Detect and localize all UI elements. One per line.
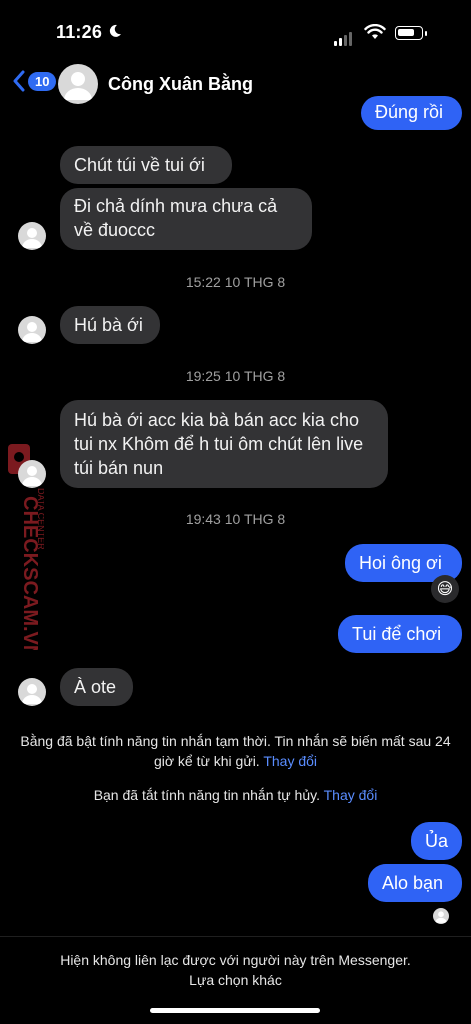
user-icon [22, 322, 42, 342]
sender-avatar [18, 222, 46, 250]
back-button[interactable]: 10 [12, 70, 57, 92]
temporary-messages-notice: Bằng đã bật tính năng tin nhắn tạm thời.… [14, 731, 457, 771]
self-destruct-change-link[interactable]: Thay đổi [324, 787, 378, 803]
incoming-message[interactable]: Hú bà ới acc kia bà bán acc kia cho tui … [60, 400, 388, 488]
message-reaction[interactable]: 😅 [431, 575, 459, 603]
sender-avatar [18, 316, 46, 344]
other-options-link[interactable]: Lựa chọn khác [0, 972, 471, 988]
sender-avatar [18, 678, 46, 706]
home-indicator[interactable] [150, 1008, 320, 1013]
signal-icon [334, 28, 354, 46]
moon-icon [109, 24, 121, 37]
incoming-message[interactable]: Hú bà ới [60, 306, 160, 344]
user-icon [435, 911, 447, 923]
timestamp: 15:22 10 THG 8 [185, 274, 286, 290]
status-time: 11:26 [56, 22, 103, 42]
sender-avatar [18, 460, 46, 488]
user-icon [22, 466, 42, 486]
outgoing-message[interactable]: Tui để chơi [338, 615, 462, 653]
outgoing-message[interactable]: Ủa [411, 822, 462, 860]
incoming-message[interactable]: À ote [60, 668, 133, 706]
timestamp: 19:25 10 THG 8 [185, 368, 286, 384]
user-icon [22, 228, 42, 248]
unreachable-notice: Hiện không liên lạc được với người này t… [60, 952, 411, 968]
self-destruct-notice: Bạn đã tắt tính năng tin nhắn tự hủy. Th… [14, 785, 457, 805]
read-receipt-avatar [433, 908, 449, 924]
contact-name[interactable]: Công Xuân Bằng [108, 74, 253, 95]
sweat-smile-emoji: 😅 [436, 581, 454, 598]
temporary-messages-change-link[interactable]: Thay đổi [263, 753, 317, 769]
timestamp: 19:43 10 THG 8 [185, 511, 286, 527]
incoming-message[interactable]: Chút túi về tui ới [60, 146, 232, 184]
user-icon [64, 72, 92, 100]
footer-divider [0, 936, 471, 937]
contact-avatar[interactable] [58, 64, 98, 104]
unread-count-badge: 10 [28, 71, 57, 91]
outgoing-message[interactable]: Đúng rồi [361, 96, 462, 130]
user-icon [22, 684, 42, 704]
self-destruct-text: Bạn đã tắt tính năng tin nhắn tự hủy. [93, 787, 320, 803]
battery-icon [395, 26, 427, 40]
chevron-left-icon [13, 70, 25, 92]
wifi-icon [364, 24, 386, 39]
outgoing-message[interactable]: Alo bạn [368, 864, 462, 902]
temporary-messages-text: Bằng đã bật tính năng tin nhắn tạm thời.… [20, 733, 451, 769]
incoming-message[interactable]: Đi chả dính mưa chưa cả về đuoccc [60, 188, 312, 250]
